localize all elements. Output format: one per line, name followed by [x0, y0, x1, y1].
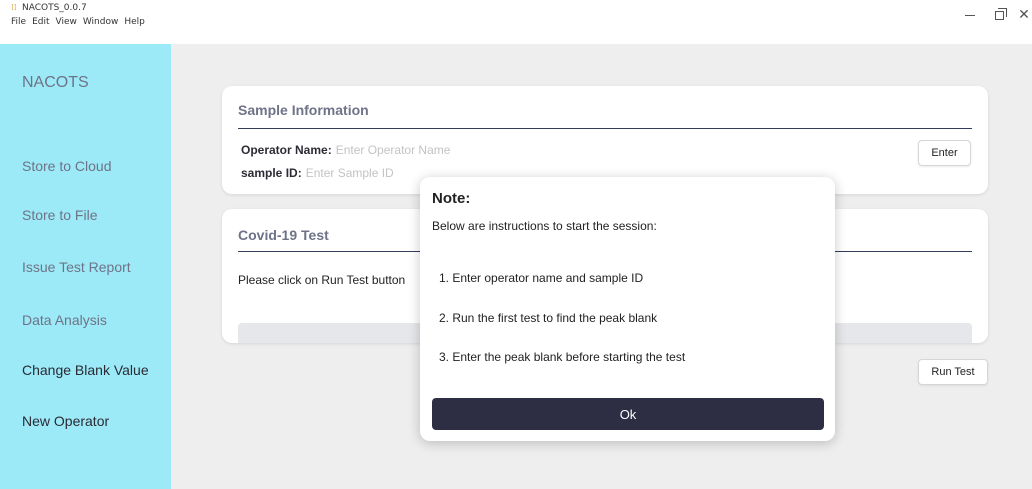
menu-view[interactable]: View: [56, 17, 77, 27]
sidebar: NACOTS Store to Cloud Store to File Issu…: [0, 44, 171, 489]
note-dialog-intro: Below are instructions to start the sess…: [432, 219, 657, 233]
restore-icon: [994, 7, 1007, 20]
enter-button[interactable]: Enter: [918, 140, 971, 166]
note-dialog-title: Note:: [432, 190, 471, 207]
sidebar-item-new-operator[interactable]: New Operator: [22, 413, 109, 429]
menu-edit[interactable]: Edit: [32, 17, 49, 27]
menu-help[interactable]: Help: [124, 17, 145, 27]
app-icon: ⁞⁞: [11, 3, 17, 13]
menu-file[interactable]: File: [11, 17, 26, 27]
sidebar-item-change-blank-value[interactable]: Change Blank Value: [22, 362, 149, 378]
sidebar-item-store-to-cloud[interactable]: Store to Cloud: [22, 158, 112, 174]
sidebar-item-store-to-file[interactable]: Store to File: [22, 207, 97, 223]
sidebar-item-issue-test-report[interactable]: Issue Test Report: [22, 259, 131, 275]
minimize-button[interactable]: [954, 0, 986, 30]
covid-test-title: Covid-19 Test: [238, 227, 329, 243]
menu-bar: File Edit View Window Help: [11, 17, 145, 27]
sample-information-divider: [238, 128, 972, 129]
operator-name-row: Operator Name:: [241, 143, 496, 157]
run-test-instruction: Please click on Run Test button: [238, 273, 406, 287]
menu-window[interactable]: Window: [83, 17, 119, 27]
window-title: NACOTS_0.0.7: [22, 3, 87, 13]
run-test-button[interactable]: Run Test: [918, 359, 988, 385]
note-dialog: Note: Below are instructions to start th…: [420, 177, 835, 441]
operator-name-input[interactable]: [335, 143, 496, 157]
note-step-1: 1. Enter operator name and sample ID: [439, 271, 644, 285]
close-button[interactable]: ✕: [1008, 0, 1032, 30]
ok-button[interactable]: Ok: [432, 398, 824, 430]
operator-name-label: Operator Name:: [241, 143, 332, 157]
sidebar-brand: NACOTS: [22, 74, 89, 91]
sample-id-label: sample ID:: [241, 166, 302, 180]
sidebar-item-data-analysis[interactable]: Data Analysis: [22, 312, 107, 328]
close-icon: ✕: [1018, 7, 1030, 23]
note-step-2: 2. Run the first test to find the peak b…: [439, 311, 658, 325]
window-titlebar: ⁞⁞ NACOTS_0.0.7 File Edit View Window He…: [0, 0, 1032, 44]
minimize-icon: [965, 14, 975, 16]
sample-information-title: Sample Information: [238, 102, 369, 118]
note-step-3: 3. Enter the peak blank before starting …: [439, 350, 686, 364]
